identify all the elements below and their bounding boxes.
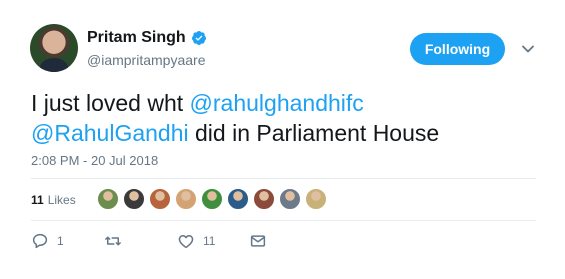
tweet-text-segment: did in Parliament House bbox=[188, 120, 440, 146]
tweet-card: Pritam Singh @iampritampyaare Following … bbox=[0, 0, 565, 279]
liker-avatar[interactable] bbox=[227, 188, 249, 210]
liker-avatar[interactable] bbox=[201, 188, 223, 210]
liker-avatar[interactable] bbox=[175, 188, 197, 210]
user-name-row[interactable]: Pritam Singh bbox=[87, 29, 207, 47]
following-button[interactable]: Following bbox=[410, 33, 505, 65]
liker-avatar[interactable] bbox=[253, 188, 275, 210]
verified-badge-icon bbox=[191, 31, 206, 45]
tweet-text-segment: I just loved wht bbox=[31, 90, 190, 116]
reply-icon bbox=[32, 233, 48, 249]
liker-avatar[interactable] bbox=[149, 188, 171, 210]
chevron-down-icon[interactable] bbox=[521, 42, 535, 56]
user-handle[interactable]: @iampritampyaare bbox=[87, 52, 205, 68]
divider bbox=[31, 178, 536, 179]
reply-count: 1 bbox=[57, 234, 64, 248]
mention-link[interactable]: @RahulGandhi bbox=[31, 120, 189, 146]
liker-avatar[interactable] bbox=[123, 188, 145, 210]
liker-avatar[interactable] bbox=[97, 188, 119, 210]
heart-icon bbox=[178, 235, 194, 249]
avatar[interactable] bbox=[30, 24, 78, 72]
tweet-text: I just loved wht @rahulghandhifc @RahulG… bbox=[31, 88, 531, 148]
likes-label: Likes bbox=[47, 193, 76, 207]
likes-count: 11 bbox=[31, 193, 44, 207]
mention-link[interactable]: @rahulghandhifc bbox=[190, 90, 364, 116]
like-count: 11 bbox=[203, 234, 216, 248]
display-name[interactable]: Pritam Singh bbox=[87, 29, 186, 47]
liker-avatar[interactable] bbox=[305, 188, 327, 210]
divider bbox=[31, 220, 536, 221]
retweet-icon bbox=[105, 236, 121, 246]
liker-avatar[interactable] bbox=[279, 188, 301, 210]
envelope-icon bbox=[250, 235, 266, 247]
like-button[interactable]: 11 bbox=[177, 232, 215, 250]
likes-summary[interactable]: 11 Likes bbox=[31, 189, 76, 211]
retweet-button[interactable] bbox=[104, 232, 130, 250]
liker-avatars bbox=[97, 188, 331, 210]
reply-button[interactable]: 1 bbox=[31, 232, 64, 250]
direct-message-button[interactable] bbox=[249, 232, 267, 250]
tweet-timestamp[interactable]: 2:08 PM - 20 Jul 2018 bbox=[31, 153, 158, 168]
tweet-actions: 1 11 bbox=[31, 232, 331, 254]
